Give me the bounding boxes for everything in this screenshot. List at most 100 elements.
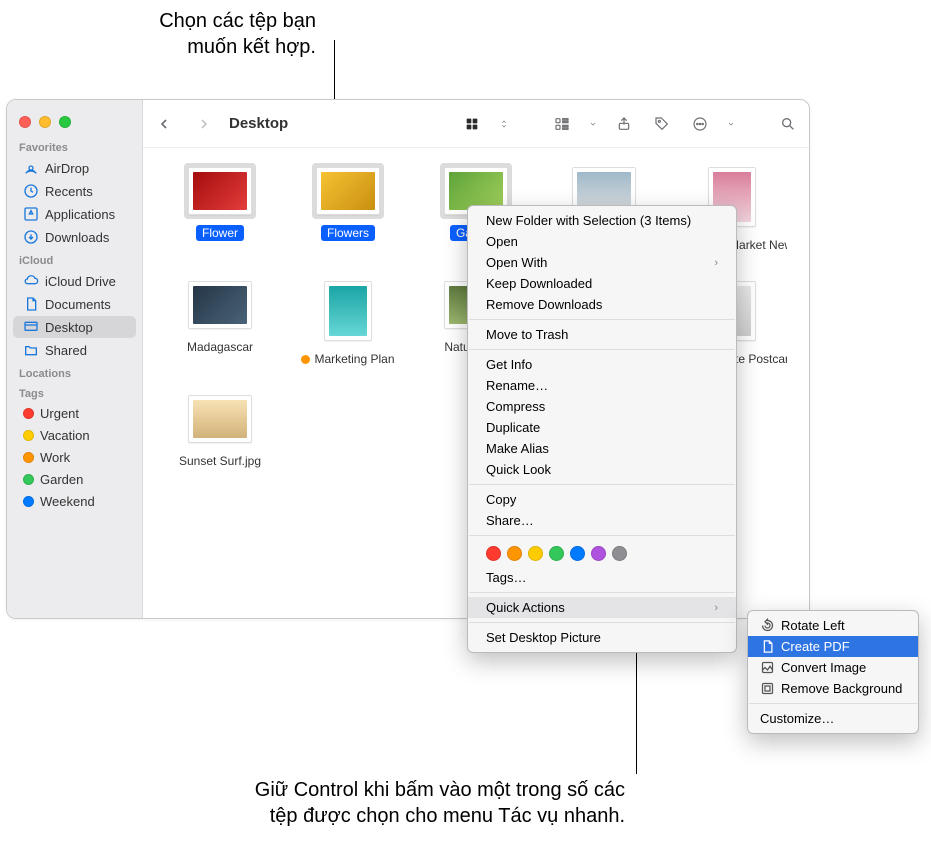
minimize-icon[interactable] bbox=[39, 116, 51, 128]
tag-color-swatch[interactable] bbox=[486, 546, 501, 561]
sidebar-item-recents[interactable]: Recents bbox=[13, 180, 136, 202]
menu-item[interactable]: Open bbox=[468, 231, 736, 252]
sidebar-tag-vacation[interactable]: Vacation bbox=[13, 425, 136, 446]
menu-separator bbox=[469, 592, 735, 593]
tag-color-swatch[interactable] bbox=[570, 546, 585, 561]
sidebar-tag-garden[interactable]: Garden bbox=[13, 469, 136, 490]
sidebar-item-shared[interactable]: Shared bbox=[13, 339, 136, 361]
menu-separator bbox=[749, 703, 917, 704]
shared-icon bbox=[23, 342, 39, 358]
forward-button[interactable] bbox=[193, 113, 215, 135]
airdrop-icon bbox=[23, 160, 39, 176]
menu-item[interactable]: Remove Downloads bbox=[468, 294, 736, 315]
maximize-icon[interactable] bbox=[59, 116, 71, 128]
menu-item-set-desktop[interactable]: Set Desktop Picture bbox=[468, 627, 736, 648]
chevron-right-icon: › bbox=[714, 602, 718, 614]
file-name-label: Sunset Surf.jpg bbox=[173, 453, 267, 469]
close-icon[interactable] bbox=[19, 116, 31, 128]
menu-item[interactable]: Compress bbox=[468, 396, 736, 417]
sidebar-tag-weekend[interactable]: Weekend bbox=[13, 491, 136, 512]
sidebar-item-airdrop[interactable]: AirDrop bbox=[13, 157, 136, 179]
file-name-label: Flower bbox=[196, 225, 244, 241]
sidebar-header-tags: Tags bbox=[7, 382, 142, 402]
chevron-down-icon[interactable] bbox=[589, 113, 597, 135]
menu-item[interactable]: Rename… bbox=[468, 375, 736, 396]
tag-dot-icon bbox=[23, 474, 34, 485]
submenu-item[interactable]: Convert Image bbox=[748, 657, 918, 678]
menu-item[interactable]: Quick Look bbox=[468, 459, 736, 480]
menu-item[interactable]: Copy bbox=[468, 489, 736, 510]
chevron-updown-icon[interactable] bbox=[499, 113, 509, 135]
sidebar-tag-urgent[interactable]: Urgent bbox=[13, 403, 136, 424]
tag-color-swatch[interactable] bbox=[591, 546, 606, 561]
sidebar-item-documents[interactable]: Documents bbox=[13, 293, 136, 315]
convert-icon bbox=[760, 660, 775, 675]
file-name-label: Marketing Plan bbox=[295, 351, 400, 367]
file-name-label: Madagascar bbox=[181, 339, 259, 355]
tag-color-swatch[interactable] bbox=[528, 546, 543, 561]
nav-buttons bbox=[153, 113, 215, 135]
group-button[interactable] bbox=[551, 113, 573, 135]
view-icons-button[interactable] bbox=[461, 113, 483, 135]
menu-item[interactable]: Share… bbox=[468, 510, 736, 531]
tag-color-swatch[interactable] bbox=[612, 546, 627, 561]
sidebar-item-icloud-drive[interactable]: iCloud Drive bbox=[13, 270, 136, 292]
chevron-down-icon[interactable] bbox=[727, 113, 735, 135]
sidebar-header-locations: Locations bbox=[7, 362, 142, 382]
file-thumbnail bbox=[184, 391, 256, 447]
tag-button[interactable] bbox=[651, 113, 673, 135]
submenu-item[interactable]: Rotate Left bbox=[748, 615, 918, 636]
desktop-icon bbox=[23, 319, 39, 335]
downloads-icon bbox=[23, 229, 39, 245]
tag-dot-icon bbox=[23, 408, 34, 419]
file-item[interactable]: Flower bbox=[161, 163, 279, 253]
sidebar-header-icloud: iCloud bbox=[7, 249, 142, 269]
recents-icon bbox=[23, 183, 39, 199]
menu-item[interactable]: Duplicate bbox=[468, 417, 736, 438]
applications-icon bbox=[23, 206, 39, 222]
window-controls bbox=[7, 106, 142, 136]
sidebar-item-applications[interactable]: Applications bbox=[13, 203, 136, 225]
menu-separator bbox=[469, 535, 735, 536]
file-item[interactable]: Marketing Plan bbox=[289, 277, 407, 367]
menu-item[interactable]: Get Info bbox=[468, 354, 736, 375]
tag-dot-icon bbox=[23, 452, 34, 463]
sidebar-tag-work[interactable]: Work bbox=[13, 447, 136, 468]
file-thumbnail bbox=[312, 163, 384, 219]
tag-color-swatch[interactable] bbox=[507, 546, 522, 561]
sidebar: Favorites AirDrop Recents Applications D… bbox=[7, 100, 143, 618]
menu-item-tags[interactable]: Tags… bbox=[468, 567, 736, 588]
back-button[interactable] bbox=[153, 113, 175, 135]
more-button[interactable] bbox=[689, 113, 711, 135]
submenu-customize[interactable]: Customize… bbox=[748, 708, 918, 729]
chevron-right-icon: › bbox=[714, 257, 718, 269]
submenu-item[interactable]: Remove Background bbox=[748, 678, 918, 699]
search-button[interactable] bbox=[777, 113, 799, 135]
submenu-item[interactable]: Create PDF bbox=[748, 636, 918, 657]
menu-item[interactable]: Move to Trash bbox=[468, 324, 736, 345]
menu-item[interactable]: Keep Downloaded bbox=[468, 273, 736, 294]
share-button[interactable] bbox=[613, 113, 635, 135]
file-item[interactable]: Madagascar bbox=[161, 277, 279, 367]
quick-actions-submenu: Rotate LeftCreate PDFConvert ImageRemove… bbox=[747, 610, 919, 734]
tag-dot-icon bbox=[23, 496, 34, 507]
menu-separator bbox=[469, 622, 735, 623]
callout-line bbox=[636, 646, 637, 774]
menu-item[interactable]: Make Alias bbox=[468, 438, 736, 459]
tag-color-swatch[interactable] bbox=[549, 546, 564, 561]
file-item[interactable]: Sunset Surf.jpg bbox=[161, 391, 279, 469]
context-menu: New Folder with Selection (3 Items)OpenO… bbox=[467, 205, 737, 653]
tag-dot-icon bbox=[23, 430, 34, 441]
file-thumbnail bbox=[184, 163, 256, 219]
removebg-icon bbox=[760, 681, 775, 696]
icloud-icon bbox=[23, 273, 39, 289]
file-item[interactable]: Flowers bbox=[289, 163, 407, 253]
sidebar-item-desktop[interactable]: Desktop bbox=[13, 316, 136, 338]
documents-icon bbox=[23, 296, 39, 312]
callout-bottom: Giữ Control khi bấm vào một trong số các… bbox=[80, 777, 625, 829]
menu-item[interactable]: New Folder with Selection (3 Items) bbox=[468, 210, 736, 231]
rotate-icon bbox=[760, 618, 775, 633]
sidebar-item-downloads[interactable]: Downloads bbox=[13, 226, 136, 248]
menu-item[interactable]: Open With› bbox=[468, 252, 736, 273]
menu-item-quick-actions[interactable]: Quick Actions› bbox=[468, 597, 736, 618]
